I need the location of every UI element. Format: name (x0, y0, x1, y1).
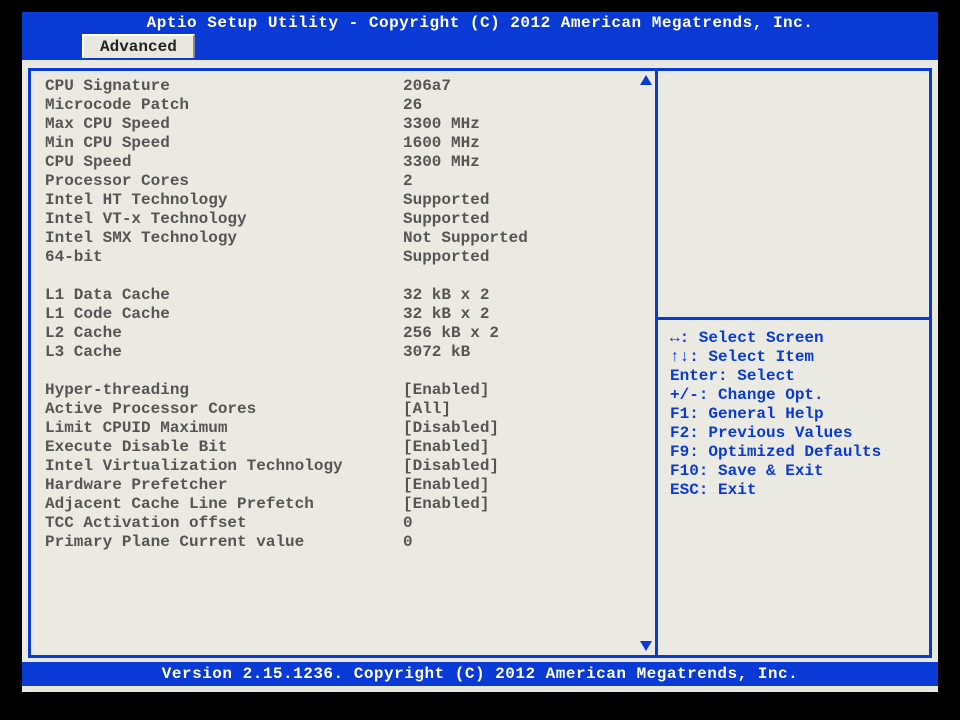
settings-row[interactable]: TCC Activation offset0 (45, 514, 655, 533)
help-f2: F2: Previous Values (670, 424, 923, 443)
settings-label: Hyper-threading (45, 381, 403, 400)
info-value: 206a7 (403, 77, 613, 96)
help-esc: ESC: Exit (670, 481, 923, 500)
settings-row[interactable]: Limit CPUID Maximum[Disabled] (45, 419, 655, 438)
info-value: 1600 MHz (403, 134, 613, 153)
help-enter: Enter: Select (670, 367, 923, 386)
help-f9: F9: Optimized Defaults (670, 443, 923, 462)
settings-row[interactable]: Adjacent Cache Line Prefetch[Enabled] (45, 495, 655, 514)
settings-row[interactable]: Active Processor Cores[All] (45, 400, 655, 419)
info-row: CPU Speed3300 MHz (45, 153, 655, 172)
info-label: Intel VT-x Technology (45, 210, 403, 229)
help-change-opt: +/-: Change Opt. (670, 386, 923, 405)
settings-value[interactable]: [Disabled] (403, 457, 613, 476)
cache-row: L2 Cache256 kB x 2 (45, 324, 655, 343)
settings-value[interactable]: [Disabled] (403, 419, 613, 438)
info-row: Intel SMX TechnologyNot Supported (45, 229, 655, 248)
settings-label: Execute Disable Bit (45, 438, 403, 457)
settings-value[interactable]: 0 (403, 533, 613, 552)
settings-value[interactable]: [Enabled] (403, 495, 613, 514)
cache-value: 32 kB x 2 (403, 305, 613, 324)
help-f10: F10: Save & Exit (670, 462, 923, 481)
scroll-down-icon[interactable] (640, 641, 652, 651)
settings-pane: CPU Signature206a7Microcode Patch26Max C… (31, 71, 655, 655)
info-row: Intel HT TechnologySupported (45, 191, 655, 210)
info-row: Max CPU Speed3300 MHz (45, 115, 655, 134)
info-label: Min CPU Speed (45, 134, 403, 153)
settings-label: TCC Activation offset (45, 514, 403, 533)
tab-row: Advanced (22, 34, 938, 60)
scrollbar[interactable] (640, 75, 652, 651)
settings-row[interactable]: Primary Plane Current value0 (45, 533, 655, 552)
info-row: Intel VT-x TechnologySupported (45, 210, 655, 229)
cache-row: L3 Cache3072 kB (45, 343, 655, 362)
cache-row: L1 Data Cache32 kB x 2 (45, 286, 655, 305)
info-row: 64-bitSupported (45, 248, 655, 267)
info-value: 3300 MHz (403, 115, 613, 134)
info-row: CPU Signature206a7 (45, 77, 655, 96)
info-label: 64-bit (45, 248, 403, 267)
main-frame: CPU Signature206a7Microcode Patch26Max C… (28, 68, 932, 658)
info-row: Processor Cores2 (45, 172, 655, 191)
info-label: Intel SMX Technology (45, 229, 403, 248)
info-row: Min CPU Speed1600 MHz (45, 134, 655, 153)
header-title: Aptio Setup Utility - Copyright (C) 2012… (22, 12, 938, 34)
help-pane: ↔: Select Screen ↑↓: Select Item Enter: … (658, 71, 929, 655)
info-value: Supported (403, 210, 613, 229)
info-label: Max CPU Speed (45, 115, 403, 134)
info-value: Not Supported (403, 229, 613, 248)
help-divider (658, 317, 929, 320)
info-value: Supported (403, 248, 613, 267)
settings-label: Adjacent Cache Line Prefetch (45, 495, 403, 514)
cache-label: L1 Data Cache (45, 286, 403, 305)
info-value: 2 (403, 172, 613, 191)
info-label: Processor Cores (45, 172, 403, 191)
settings-label: Primary Plane Current value (45, 533, 403, 552)
settings-value[interactable]: [Enabled] (403, 476, 613, 495)
cache-label: L3 Cache (45, 343, 403, 362)
help-keys: ↔: Select Screen ↑↓: Select Item Enter: … (670, 329, 923, 500)
settings-value[interactable]: [Enabled] (403, 381, 613, 400)
settings-row[interactable]: Execute Disable Bit[Enabled] (45, 438, 655, 457)
scroll-up-icon[interactable] (640, 75, 652, 85)
cache-label: L1 Code Cache (45, 305, 403, 324)
settings-row[interactable]: Hardware Prefetcher[Enabled] (45, 476, 655, 495)
settings-label: Hardware Prefetcher (45, 476, 403, 495)
help-select-screen: ↔: Select Screen (670, 329, 923, 348)
cache-row: L1 Code Cache32 kB x 2 (45, 305, 655, 324)
settings-value[interactable]: [Enabled] (403, 438, 613, 457)
footer-version: Version 2.15.1236. Copyright (C) 2012 Am… (22, 662, 938, 686)
settings-row[interactable]: Hyper-threading[Enabled] (45, 381, 655, 400)
info-value: 26 (403, 96, 613, 115)
info-label: Microcode Patch (45, 96, 403, 115)
tab-advanced[interactable]: Advanced (82, 34, 195, 58)
settings-value[interactable]: [All] (403, 400, 613, 419)
info-label: CPU Speed (45, 153, 403, 172)
cache-label: L2 Cache (45, 324, 403, 343)
info-label: CPU Signature (45, 77, 403, 96)
settings-row[interactable]: Intel Virtualization Technology[Disabled… (45, 457, 655, 476)
cache-value: 3072 kB (403, 343, 613, 362)
settings-label: Intel Virtualization Technology (45, 457, 403, 476)
bios-screen: Aptio Setup Utility - Copyright (C) 2012… (22, 12, 938, 692)
cache-value: 32 kB x 2 (403, 286, 613, 305)
info-value: Supported (403, 191, 613, 210)
cache-value: 256 kB x 2 (403, 324, 613, 343)
settings-value[interactable]: 0 (403, 514, 613, 533)
info-value: 3300 MHz (403, 153, 613, 172)
settings-label: Limit CPUID Maximum (45, 419, 403, 438)
info-row: Microcode Patch26 (45, 96, 655, 115)
settings-label: Active Processor Cores (45, 400, 403, 419)
help-select-item: ↑↓: Select Item (670, 348, 923, 367)
help-f1: F1: General Help (670, 405, 923, 424)
info-label: Intel HT Technology (45, 191, 403, 210)
